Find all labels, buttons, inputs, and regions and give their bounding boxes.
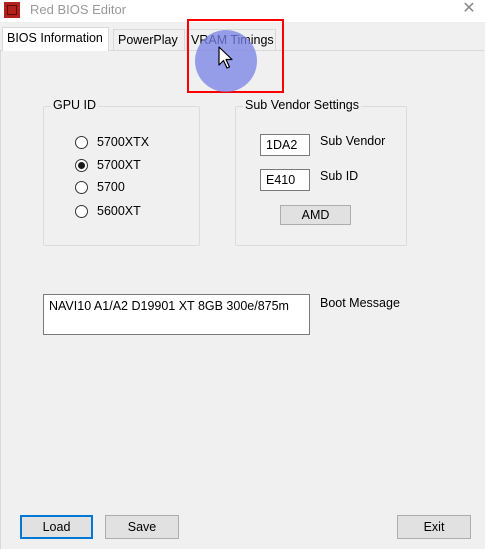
close-icon[interactable]: ✕ <box>456 0 482 20</box>
radio-button[interactable] <box>75 135 88 149</box>
sub-vendor-settings-label: Sub Vendor Settings <box>243 98 361 112</box>
radio-5600xt[interactable]: 5600XT <box>75 202 141 220</box>
radio-button-selected[interactable] <box>75 158 88 172</box>
mouse-pointer-icon <box>218 46 233 69</box>
radio-5700[interactable]: 5700 <box>75 178 125 196</box>
boot-message-label: Boot Message <box>320 296 400 310</box>
red-bios-icon <box>4 2 20 18</box>
radio-button[interactable] <box>75 204 88 218</box>
sub-vendor-field[interactable]: 1DA2 <box>260 134 310 156</box>
radio-button[interactable] <box>75 180 88 194</box>
radio-label: 5700 <box>97 180 125 194</box>
bios-information-panel: GPU ID 5700XTX 5700XT 5700 5600XT Sub Ve… <box>0 50 484 549</box>
radio-label: 5700XT <box>97 158 141 172</box>
boot-message-field[interactable]: NAVI10 A1/A2 D19901 XT 8GB 300e/875m <box>43 294 310 335</box>
radio-label: 5700XTX <box>97 135 150 149</box>
radio-5700xtx[interactable]: 5700XTX <box>75 133 149 151</box>
sub-id-field[interactable]: E410 <box>260 169 310 191</box>
radio-label: 5600XT <box>97 204 141 218</box>
exit-button[interactable]: Exit <box>397 515 471 539</box>
tab-bios-information[interactable]: BIOS Information <box>2 27 109 51</box>
gpu-id-label: GPU ID <box>51 98 99 112</box>
amd-vendor-button[interactable]: AMD <box>280 205 351 225</box>
sub-id-label: Sub ID <box>320 169 359 183</box>
app-window: Red BIOS Editor ✕ BIOS Information Power… <box>0 0 485 549</box>
gpu-id-group <box>43 106 200 246</box>
sub-vendor-label: Sub Vendor <box>320 134 386 148</box>
tab-powerplay[interactable]: PowerPlay <box>113 29 185 50</box>
window-title: Red BIOS Editor <box>30 2 127 17</box>
radio-5700xt[interactable]: 5700XT <box>75 156 141 174</box>
load-button[interactable]: Load <box>20 515 93 539</box>
save-button[interactable]: Save <box>105 515 179 539</box>
